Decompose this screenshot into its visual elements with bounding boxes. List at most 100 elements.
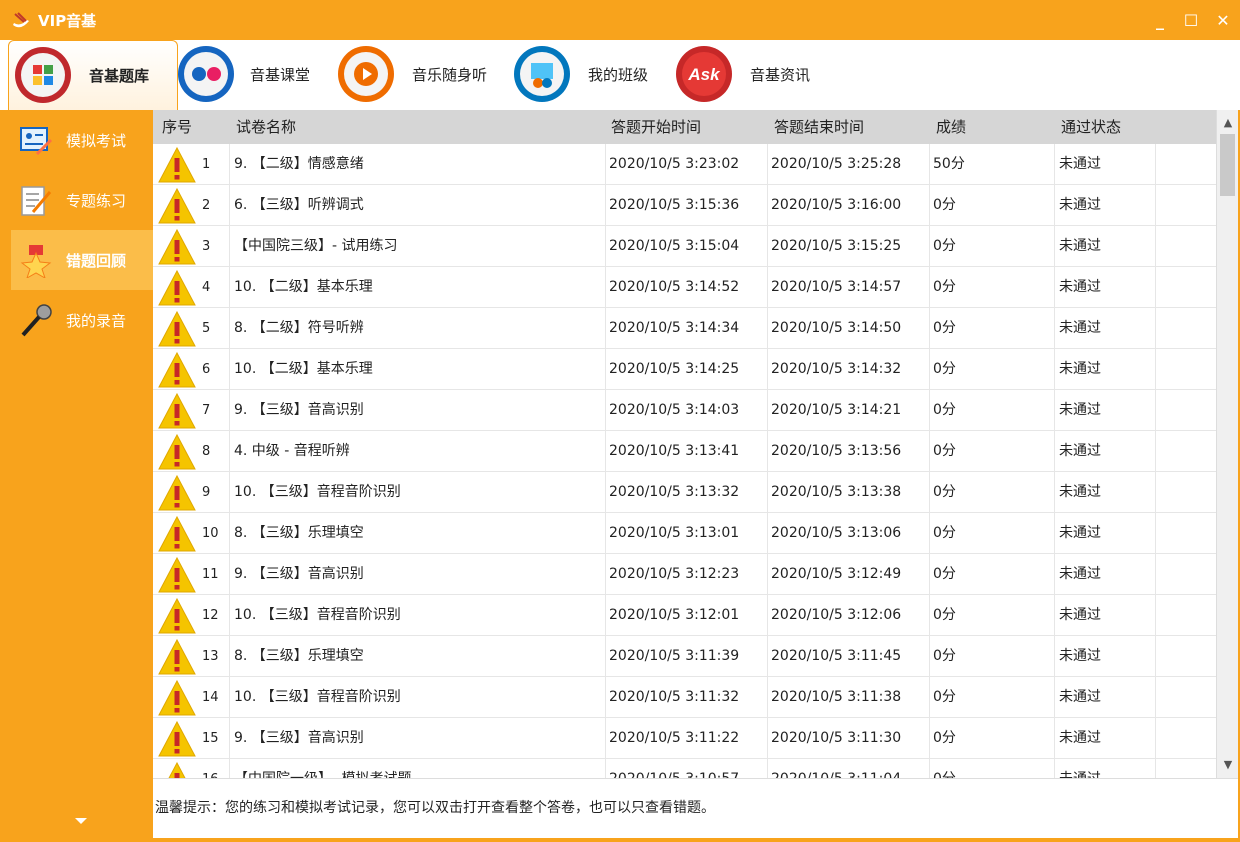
table-row[interactable]: 8 4. 中级 - 音程听辨 2020/10/5 3:13:41 2020/10/5 … xyxy=(153,431,1216,472)
score-cell: 50分 xyxy=(929,144,1054,185)
seq-number: 9 xyxy=(202,485,211,500)
table-row[interactable]: 11 9. 【三级】音高识别 2020/10/5 3:12:23 2020/10/5 … xyxy=(153,554,1216,595)
end-time-cell: 2020/10/5 3:14:50 xyxy=(767,308,929,349)
table-row[interactable]: 16 【中国院一级】- 模拟考试题2020/10/5 3:10:572020/10… xyxy=(153,759,1216,778)
paper-name-cell: 【中国院一级】- 模拟考试题 xyxy=(229,759,605,778)
seq-cell: 4 xyxy=(153,267,229,308)
table-row[interactable]: 5 8. 【二级】符号听辨 2020/10/5 3:14:34 2020/10/5 3… xyxy=(153,308,1216,349)
sidebar-item-mistake-review[interactable]: 错题回顾 xyxy=(11,230,153,290)
table-row[interactable]: 2 6. 【三级】听辨调式 2020/10/5 3:15:36 2020/10/5 3… xyxy=(153,185,1216,226)
svg-text:Ask: Ask xyxy=(687,65,721,84)
table-row[interactable]: 12 10. 【三级】音程音阶识别 2020/10/5 3:12:01 2020/10… xyxy=(153,595,1216,636)
sidebar-item-topic-practice[interactable]: 专题练习 xyxy=(11,170,153,230)
table-row[interactable]: 6 10. 【二级】基本乐理 2020/10/5 3:14:25 2020/10/5 … xyxy=(153,349,1216,390)
top-navigation: 音基题库 音基课堂 音乐随身听 我的班级 Ask 音基资讯 xyxy=(0,40,1240,110)
warning-icon xyxy=(158,474,196,511)
scroll-down-icon[interactable]: ▼ xyxy=(1217,754,1239,776)
spacer-cell xyxy=(1155,636,1216,677)
warning-icon xyxy=(158,228,196,265)
sidebar-item-label: 我的录音 xyxy=(66,312,127,330)
spacer-cell xyxy=(1155,226,1216,267)
warning-icon xyxy=(158,638,196,675)
app-logo-icon xyxy=(13,12,29,28)
scroll-thumb[interactable] xyxy=(1220,134,1235,196)
question-bank-icon xyxy=(15,47,71,103)
score-cell: 0分 xyxy=(929,349,1054,390)
table-row[interactable]: 4 10. 【二级】基本乐理 2020/10/5 3:14:52 2020/10/5 … xyxy=(153,267,1216,308)
practice-icon xyxy=(21,186,52,216)
start-time-cell: 2020/10/5 3:14:03 xyxy=(605,390,767,431)
title-bar: VIP音基 _ ☐ ✕ xyxy=(0,0,1240,40)
spacer-cell xyxy=(1155,595,1216,636)
end-time-cell: 2020/10/5 3:15:25 xyxy=(767,226,929,267)
my-class-icon xyxy=(514,46,570,102)
warning-icon xyxy=(158,146,196,183)
pass-status-cell: 未通过 xyxy=(1054,513,1155,554)
scroll-up-icon[interactable]: ▲ xyxy=(1217,112,1239,134)
seq-cell: 9 xyxy=(153,472,229,513)
warning-icon xyxy=(158,351,196,388)
table-row[interactable]: 15 9. 【三级】音高识别 2020/10/5 3:11:22 2020/10/5 … xyxy=(153,718,1216,759)
header-paper-name[interactable]: 试卷名称 xyxy=(236,110,296,144)
paper-name-cell: 4. 中级 - 音程听辨 xyxy=(229,431,605,472)
seq-number: 6 xyxy=(202,362,211,377)
spacer-cell xyxy=(1155,308,1216,349)
end-time-cell: 2020/10/5 3:11:30 xyxy=(767,718,929,759)
spacer-cell xyxy=(1155,759,1216,778)
sidebar: 模拟考试 专题练习 错题回顾 我的录音 xyxy=(11,110,153,838)
header-score[interactable]: 成绩 xyxy=(936,110,966,144)
seq-cell: 16 xyxy=(153,759,229,778)
maximize-button[interactable]: ☐ xyxy=(1180,10,1202,32)
table-row[interactable]: 13 8. 【三级】乐理填空 2020/10/5 3:11:39 2020/10/5 … xyxy=(153,636,1216,677)
score-cell: 0分 xyxy=(929,472,1054,513)
tab-music-player[interactable]: 音乐随身听 xyxy=(332,40,502,110)
seq-cell: 1 xyxy=(153,144,229,185)
table-row[interactable]: 10 8. 【三级】乐理填空 2020/10/5 3:13:01 2020/10/5 … xyxy=(153,513,1216,554)
sidebar-item-my-recordings[interactable]: 我的录音 xyxy=(11,290,153,350)
seq-cell: 12 xyxy=(153,595,229,636)
hint-bar: 温馨提示：您的练习和模拟考试记录，您可以双击打开查看整个答卷，也可以只查看错题。 xyxy=(153,778,1238,838)
score-cell: 0分 xyxy=(929,759,1054,778)
spacer-cell xyxy=(1155,554,1216,595)
table-row[interactable]: 7 9. 【三级】音高识别 2020/10/5 3:14:03 2020/10/5 3… xyxy=(153,390,1216,431)
end-time-cell: 2020/10/5 3:14:32 xyxy=(767,349,929,390)
tab-question-bank[interactable]: 音基题库 xyxy=(8,40,178,110)
paper-name-cell: 10. 【三级】音程音阶识别 xyxy=(229,595,605,636)
sidebar-item-label: 错题回顾 xyxy=(66,252,127,270)
sidebar-scroll-down-icon[interactable] xyxy=(75,818,87,824)
table-header: 序号 试卷名称 答题开始时间 答题结束时间 成绩 通过状态 xyxy=(153,110,1216,144)
start-time-cell: 2020/10/5 3:11:22 xyxy=(605,718,767,759)
medal-star-icon xyxy=(20,245,52,278)
minimize-button[interactable]: _ xyxy=(1149,10,1171,32)
score-cell: 0分 xyxy=(929,718,1054,759)
table-row[interactable]: 1 9. 【二级】情感意绪 2020/10/5 3:23:02 2020/10/5 3… xyxy=(153,144,1216,185)
end-time-cell: 2020/10/5 3:13:38 xyxy=(767,472,929,513)
header-start-time[interactable]: 答题开始时间 xyxy=(611,110,701,144)
sidebar-item-mock-exam[interactable]: 模拟考试 xyxy=(11,110,153,170)
paper-name-cell: 10. 【三级】音程音阶识别 xyxy=(229,677,605,718)
table-row[interactable]: 9 10. 【三级】音程音阶识别 2020/10/5 3:13:32 2020/10/… xyxy=(153,472,1216,513)
header-seq[interactable]: 序号 xyxy=(162,110,192,144)
tab-music-class[interactable]: 音基课堂 xyxy=(172,40,332,110)
seq-number: 12 xyxy=(202,608,219,623)
paper-name-cell: 9. 【三级】音高识别 xyxy=(229,718,605,759)
header-pass-status[interactable]: 通过状态 xyxy=(1061,110,1121,144)
pass-status-cell: 未通过 xyxy=(1054,308,1155,349)
close-button[interactable]: ✕ xyxy=(1212,10,1234,32)
seq-cell: 6 xyxy=(153,349,229,390)
score-cell: 0分 xyxy=(929,431,1054,472)
pass-status-cell: 未通过 xyxy=(1054,349,1155,390)
start-time-cell: 2020/10/5 3:23:02 xyxy=(605,144,767,185)
warning-icon xyxy=(158,392,196,429)
pass-status-cell: 未通过 xyxy=(1054,759,1155,778)
tab-my-class[interactable]: 我的班级 xyxy=(508,40,668,110)
table-row[interactable]: 3 【中国院三级】- 试用练习 2020/10/5 3:15:04 2020/10/5… xyxy=(153,226,1216,267)
start-time-cell: 2020/10/5 3:13:41 xyxy=(605,431,767,472)
end-time-cell: 2020/10/5 3:11:45 xyxy=(767,636,929,677)
end-time-cell: 2020/10/5 3:13:56 xyxy=(767,431,929,472)
table-scrollbar[interactable]: ▲ ▼ xyxy=(1216,110,1238,778)
tab-music-news[interactable]: Ask 音基资讯 xyxy=(670,40,830,110)
seq-number: 11 xyxy=(202,567,219,582)
header-end-time[interactable]: 答题结束时间 xyxy=(774,110,864,144)
table-row[interactable]: 14 10. 【三级】音程音阶识别 2020/10/5 3:11:32 2020/10… xyxy=(153,677,1216,718)
